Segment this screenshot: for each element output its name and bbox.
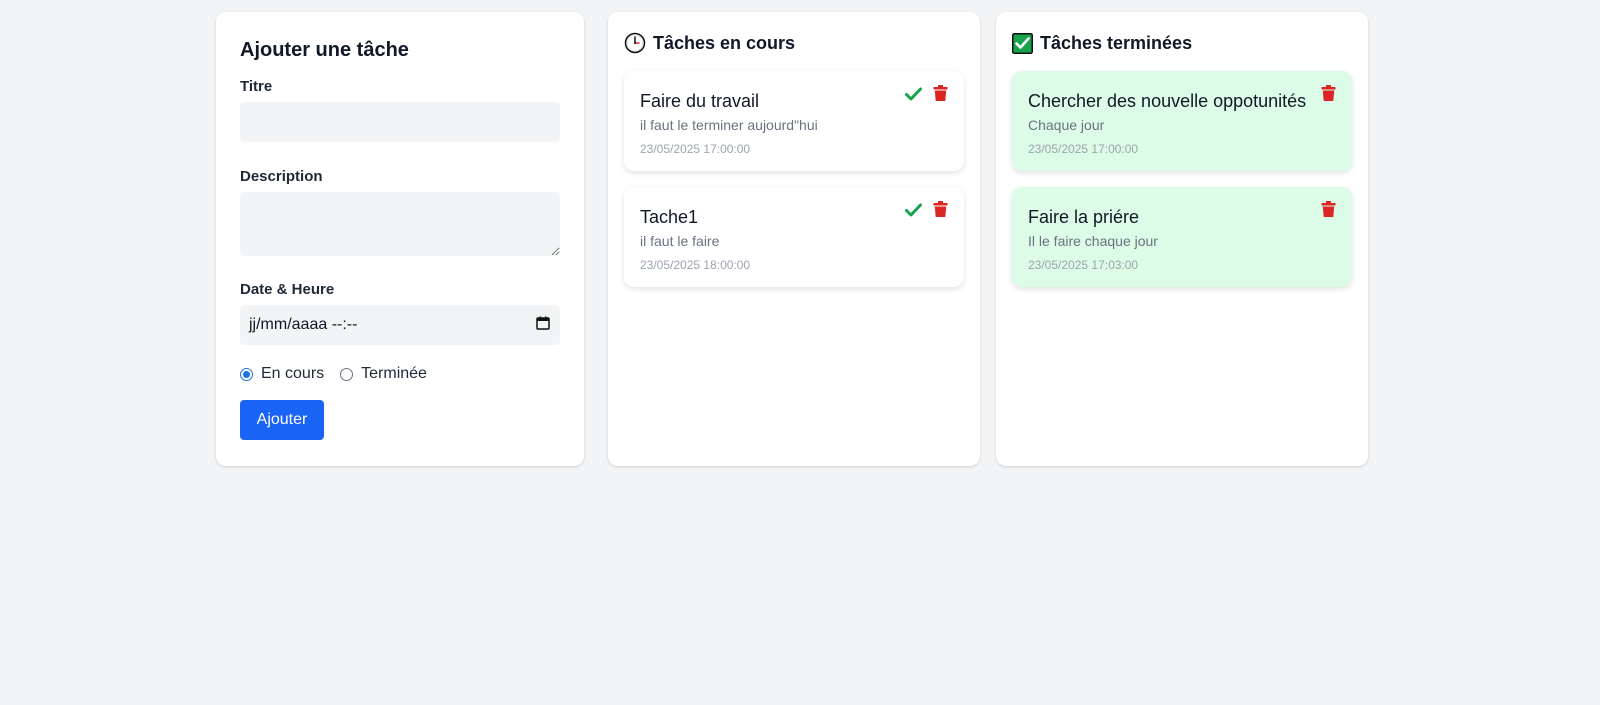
description-field-group: Description: [240, 168, 560, 256]
status-label-en-cours[interactable]: En cours: [261, 365, 324, 383]
delete-trash-icon[interactable]: [933, 201, 948, 218]
add-task-panel: Ajouter une tâche Titre Description Date…: [216, 12, 584, 466]
title-label: Titre: [240, 78, 273, 95]
description-textarea[interactable]: [240, 192, 560, 256]
task-card: Faire la priére Il le faire chaque jour …: [1012, 187, 1352, 287]
completed-title: Tâches terminées: [1040, 32, 1193, 53]
task-description: il faut le terminer aujourd"hui: [640, 117, 818, 133]
datetime-label: Date & Heure: [240, 281, 335, 298]
task-date: 23/05/2025 17:00:00: [640, 142, 751, 156]
status-label-terminee[interactable]: Terminée: [361, 365, 427, 383]
datetime-input[interactable]: jj/mm/aaaa --:--: [240, 305, 560, 345]
status-radio-group: En cours Terminée: [240, 365, 560, 383]
task-date: 23/05/2025 17:03:00: [1028, 258, 1139, 272]
status-radio-terminee[interactable]: [340, 367, 354, 381]
in-progress-header: Tâches en cours: [624, 30, 964, 56]
calendar-icon[interactable]: [536, 316, 550, 335]
task-description: il faut le faire: [640, 233, 720, 249]
in-progress-list: Faire du travail il faut le terminer auj…: [624, 71, 964, 287]
title-field-group: Titre: [240, 78, 560, 142]
completed-header: Tâches terminées: [1012, 30, 1352, 56]
task-card: Chercher des nouvelle oppotunités Chaque…: [1012, 71, 1352, 171]
title-input[interactable]: [240, 102, 560, 142]
complete-check-icon[interactable]: [905, 87, 922, 101]
task-actions: [1310, 85, 1336, 102]
task-actions: [894, 201, 948, 218]
completed-list: Chercher des nouvelle oppotunités Chaque…: [1012, 71, 1352, 287]
delete-trash-icon[interactable]: [1321, 85, 1336, 102]
task-description: Il le faire chaque jour: [1028, 233, 1158, 249]
task-card: Faire du travail il faut le terminer auj…: [624, 71, 964, 171]
form-title: Ajouter une tâche: [240, 39, 409, 61]
task-date: 23/05/2025 18:00:00: [640, 258, 751, 272]
datetime-field-group: Date & Heure jj/mm/aaaa --:--: [240, 281, 560, 345]
task-date: 23/05/2025 17:00:00: [1028, 142, 1139, 156]
task-card: Tache1 il faut le faire 23/05/2025 18:00…: [624, 187, 964, 287]
completed-panel: Tâches terminées Chercher des nouvelle o…: [996, 12, 1368, 466]
in-progress-panel: Tâches en cours Faire du travail il faut…: [608, 12, 980, 466]
task-actions: [1310, 201, 1336, 218]
complete-check-icon[interactable]: [905, 203, 922, 217]
add-task-button[interactable]: Ajouter: [240, 400, 324, 440]
checkbox-checked-icon: [1012, 32, 1033, 54]
status-radio-en-cours[interactable]: [240, 367, 253, 381]
task-description: Chaque jour: [1028, 117, 1105, 133]
delete-trash-icon[interactable]: [933, 85, 948, 102]
task-title: Faire la priére: [1028, 207, 1140, 227]
datetime-placeholder: jj/mm/aaaa --:--: [249, 316, 358, 333]
task-title: Chercher des nouvelle oppotunités: [1028, 91, 1307, 111]
task-actions: [894, 85, 948, 102]
in-progress-title: Tâches en cours: [653, 32, 796, 53]
delete-trash-icon[interactable]: [1321, 201, 1336, 218]
clock-icon: [624, 32, 646, 54]
description-label: Description: [240, 168, 323, 185]
